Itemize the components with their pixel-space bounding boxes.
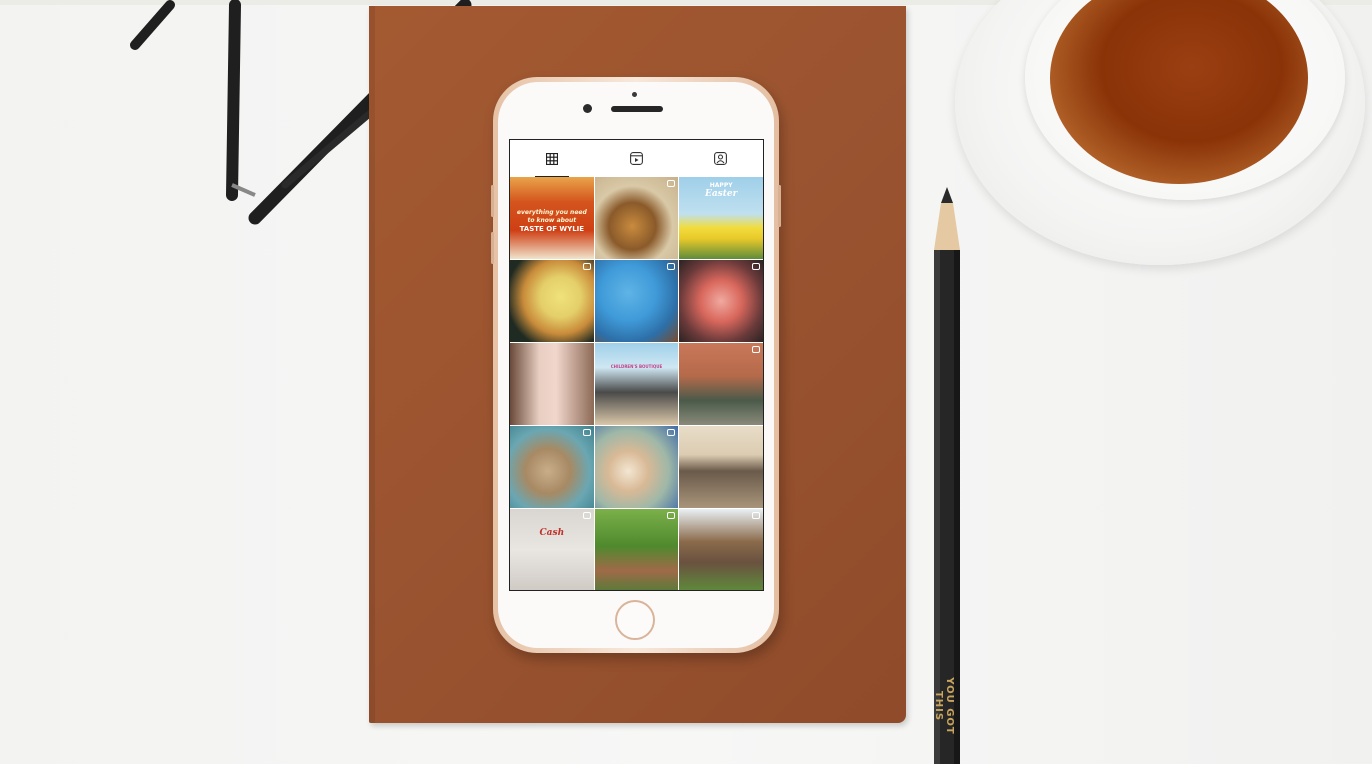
tab-tagged[interactable] xyxy=(679,140,763,177)
home-button[interactable] xyxy=(615,600,655,640)
phone-side-button xyxy=(778,185,781,227)
tagged-icon xyxy=(714,152,728,165)
video-icon xyxy=(751,346,760,353)
phone-volume-button xyxy=(491,232,494,264)
earpiece-speaker xyxy=(611,106,663,112)
video-icon xyxy=(751,512,760,519)
carousel-icon xyxy=(667,263,676,270)
post-cowboy-hat[interactable] xyxy=(510,426,594,508)
post-boutique-dress[interactable] xyxy=(510,343,594,425)
carousel-icon xyxy=(582,429,591,436)
video-icon xyxy=(667,429,676,436)
post-caption-line: CHILDREN'S BOUTIQUE xyxy=(610,364,663,369)
post-caption-line: Easter xyxy=(704,189,738,199)
profile-tab-bar xyxy=(510,140,763,177)
post-garden-bridge[interactable] xyxy=(594,509,679,590)
notebook-spine xyxy=(369,6,375,723)
phone-screen: everything you need to know about TASTE … xyxy=(509,139,764,591)
carousel-icon xyxy=(667,180,676,187)
post-waffle-cone-ice-cream[interactable] xyxy=(510,260,594,342)
post-vintage-photo[interactable] xyxy=(679,426,763,508)
video-icon xyxy=(667,512,676,519)
grid-icon xyxy=(546,152,559,165)
front-camera xyxy=(583,104,592,113)
post-grid: everything you need to know about TASTE … xyxy=(510,177,763,590)
reels-icon xyxy=(630,152,643,165)
post-embroidered-sweatshirt[interactable]: Cash xyxy=(510,509,594,590)
video-icon xyxy=(582,512,591,519)
post-storefront[interactable] xyxy=(679,343,763,425)
post-taste-of-wylie[interactable]: everything you need to know about TASTE … xyxy=(510,177,594,259)
phone-volume-button xyxy=(491,185,494,217)
post-coffee-latte[interactable] xyxy=(594,426,679,508)
tab-posts-grid[interactable] xyxy=(510,140,594,177)
pencil-text: YOU GOT THIS xyxy=(933,677,955,735)
video-icon xyxy=(582,263,591,270)
post-childrens-boutique[interactable]: CHILDREN'S BOUTIQUE xyxy=(594,343,679,425)
post-food-platter[interactable] xyxy=(594,177,679,259)
post-horse-stable[interactable] xyxy=(679,509,763,590)
post-caption-line: to know about xyxy=(527,217,577,224)
post-caption-line: Cash xyxy=(539,528,565,538)
proximity-sensor xyxy=(632,92,637,97)
post-caption-line: everything you need xyxy=(516,209,587,216)
post-blue-table-setting[interactable] xyxy=(594,260,679,342)
post-happy-easter[interactable]: HAPPY Easter xyxy=(679,177,763,259)
tab-reels[interactable] xyxy=(594,140,678,177)
video-icon xyxy=(751,263,760,270)
post-strawberry-drinks[interactable] xyxy=(679,260,763,342)
post-caption-line: TASTE OF WYLIE xyxy=(519,225,585,233)
